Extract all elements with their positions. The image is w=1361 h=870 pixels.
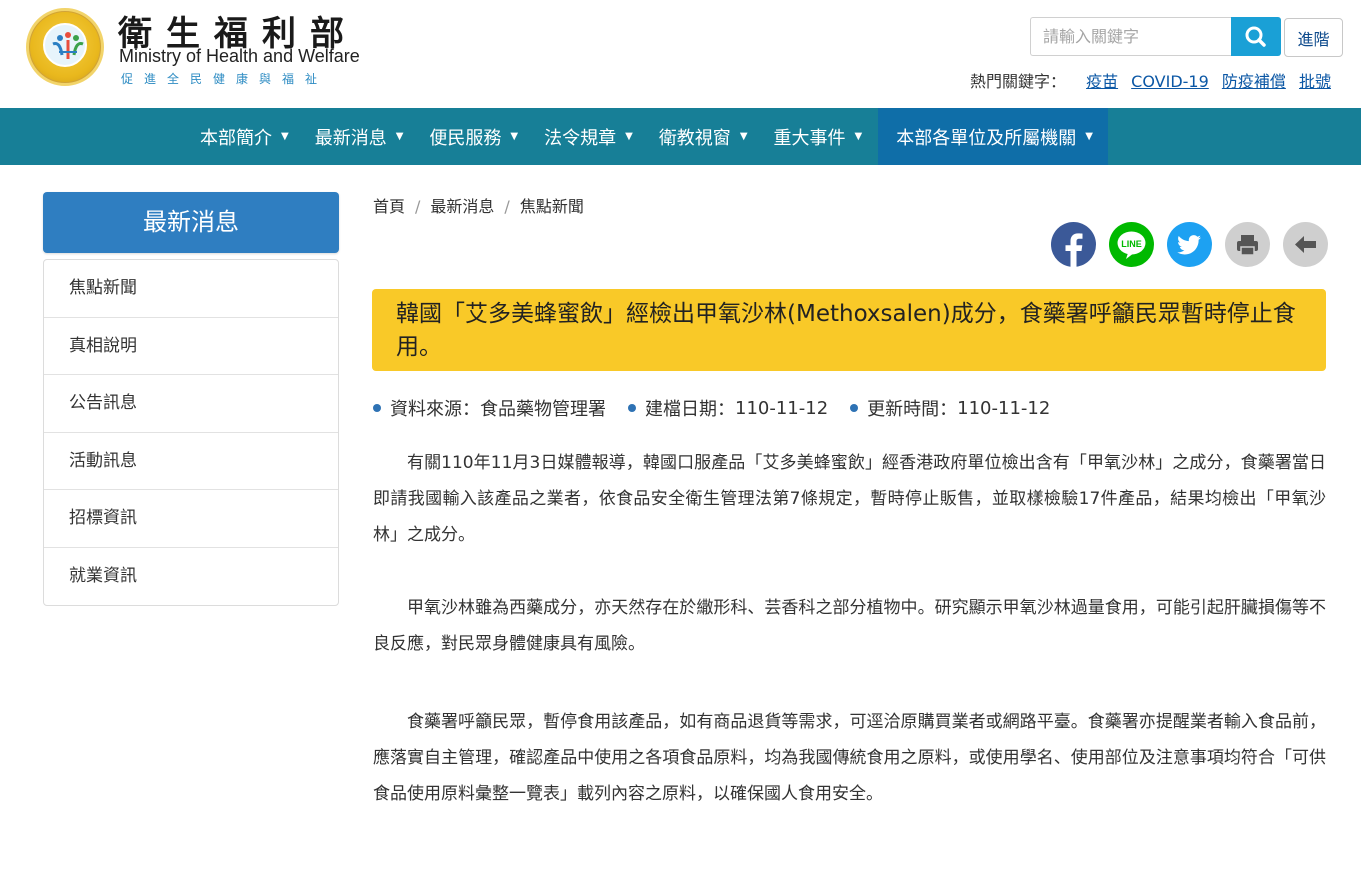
breadcrumb-current: 焦點新聞 [519,197,584,216]
back-arrow-icon [1295,236,1316,253]
nav-item-about[interactable]: 本部簡介 ▼ [190,108,299,165]
caret-down-icon: ▼ [281,131,289,142]
meta-label: 建檔日期： [645,399,735,420]
meta-value: 110-11-12 [957,397,1051,419]
hot-keyword-link[interactable]: 批號 [1299,72,1331,91]
article-paragraph: 食藥署呼籲民眾，暫停食用該產品，如有商品退貨等需求，可逕洽原購買業者或網路平臺。… [373,712,1326,804]
bullet-dot-icon [850,404,859,412]
breadcrumb-news[interactable]: 最新消息 [430,197,494,216]
breadcrumb-separator: / [504,197,510,216]
nav-item-label: 便民服務 [429,127,502,149]
twitter-icon [1177,235,1201,255]
nav-item-regulations[interactable]: 法令規章 ▼ [534,108,643,165]
nav-item-label: 最新消息 [314,127,387,149]
svg-text:LINE: LINE [1121,239,1142,249]
search-icon [1245,26,1266,47]
caret-down-icon: ▼ [854,131,863,142]
twitter-share-button[interactable] [1167,222,1212,267]
breadcrumb-home[interactable]: 首頁 [373,197,405,216]
article-paragraph: 甲氧沙林雖為西藥成分，亦天然存在於繖形科、芸香科之部分植物中。研究顯示甲氧沙林過… [373,598,1326,654]
nav-item-news[interactable]: 最新消息 ▼ [305,108,414,165]
nav-item-major-events[interactable]: 重大事件 ▼ [764,108,873,165]
caret-down-icon: ▼ [625,131,633,142]
sidebar-item-tenders[interactable]: 招標資訊 [44,490,338,548]
article-meta: 資料來源： 食品藥物管理署 建檔日期： 110-11-12 更新時間： 110-11-… [373,395,1072,421]
facebook-icon [1065,233,1083,267]
caret-down-icon: ▼ [739,131,748,142]
line-share-button[interactable]: LINE [1109,222,1154,267]
facebook-share-button[interactable] [1051,222,1096,267]
brand-slogan: 促進全民健康與福祉 [121,72,329,86]
search-input[interactable] [1030,17,1232,56]
article-paragraph: 有關110年11月3日媒體報導，韓國口服產品「艾多美蜂蜜飲」經香港政府單位檢出含… [373,453,1326,545]
caret-down-icon: ▼ [510,131,519,142]
hot-keyword-link[interactable]: 防疫補償 [1222,72,1286,91]
sidebar-item-announcements[interactable]: 公告訊息 [44,375,338,433]
site-header: 衛生福利部 Ministry of Health and Welfare 促進全… [0,0,1361,108]
logo-figures-icon [52,32,84,59]
nav-item-label: 本部簡介 [200,127,272,149]
caret-down-icon: ▼ [395,131,404,142]
hot-keyword-link[interactable]: 疫苗 [1086,72,1118,91]
nav-item-services[interactable]: 便民服務 ▼ [419,108,528,165]
sidebar-item-jobs[interactable]: 就業資訊 [44,548,338,606]
share-toolbar: LINE [1051,222,1328,267]
nav-item-label: 重大事件 [773,127,846,149]
line-icon: LINE [1117,231,1146,259]
nav-item-label: 本部各單位及所屬機關 [896,127,1077,149]
nav-item-label: 衛教視窗 [658,127,731,149]
hot-keywords-label: 熱門關鍵字： [970,72,1067,91]
sidebar-title: 最新消息 [43,192,339,253]
bullet-dot-icon [373,404,381,412]
breadcrumb: 首頁 / 最新消息 / 焦點新聞 [373,193,584,217]
sidebar-item-focus-news[interactable]: 焦點新聞 [44,260,338,318]
breadcrumb-separator: / [415,197,421,216]
meta-updated-time: 更新時間： 110-11-12 [850,395,1050,421]
print-button[interactable] [1225,222,1270,267]
sidebar-item-clarifications[interactable]: 真相說明 [44,318,338,375]
sidebar-menu: 焦點新聞 真相說明 公告訊息 活動訊息 招標資訊 就業資訊 [43,259,339,606]
meta-source: 資料來源： 食品藥物管理署 [373,395,606,421]
meta-created-date: 建檔日期： 110-11-12 [628,395,828,421]
meta-label: 更新時間： [867,399,958,420]
sidebar-item-events[interactable]: 活動訊息 [44,433,338,490]
hot-keyword-link[interactable]: COVID-19 [1131,72,1209,91]
print-icon [1237,235,1258,256]
ministry-logo[interactable] [26,8,104,86]
bullet-dot-icon [628,404,636,412]
meta-label: 資料來源： [390,399,480,420]
back-button[interactable] [1283,222,1328,267]
nav-item-health-education[interactable]: 衛教視窗 ▼ [649,108,758,165]
brand-english-name: Ministry of Health and Welfare [119,46,360,66]
meta-value: 食品藥物管理署 [480,399,606,420]
advanced-search-button[interactable]: 進階 [1284,18,1343,57]
meta-value: 110-11-12 [735,397,829,419]
search-button[interactable] [1231,17,1281,56]
article-title: 韓國「艾多美蜂蜜飲」經檢出甲氧沙林(Methoxsalen)成分，食藥署呼籲民眾… [372,289,1326,371]
nav-item-label: 法令規章 [544,127,617,149]
hot-keywords: 熱門關鍵字： 疫苗 COVID-19 防疫補償 批號 [970,68,1331,92]
nav-item-agencies[interactable]: 本部各單位及所屬機關 ▼ [878,108,1108,165]
main-navigation: 本部簡介 ▼ 最新消息 ▼ 便民服務 ▼ 法令規章 ▼ 衛教視窗 ▼ 重大事件 ▼ 本部各單… [0,108,1361,165]
nav-list: 本部簡介 ▼ 最新消息 ▼ 便民服務 ▼ 法令規章 ▼ 衛教視窗 ▼ 重大事件 ▼ 本部各單… [190,108,1114,165]
caret-down-icon: ▼ [1085,131,1093,142]
